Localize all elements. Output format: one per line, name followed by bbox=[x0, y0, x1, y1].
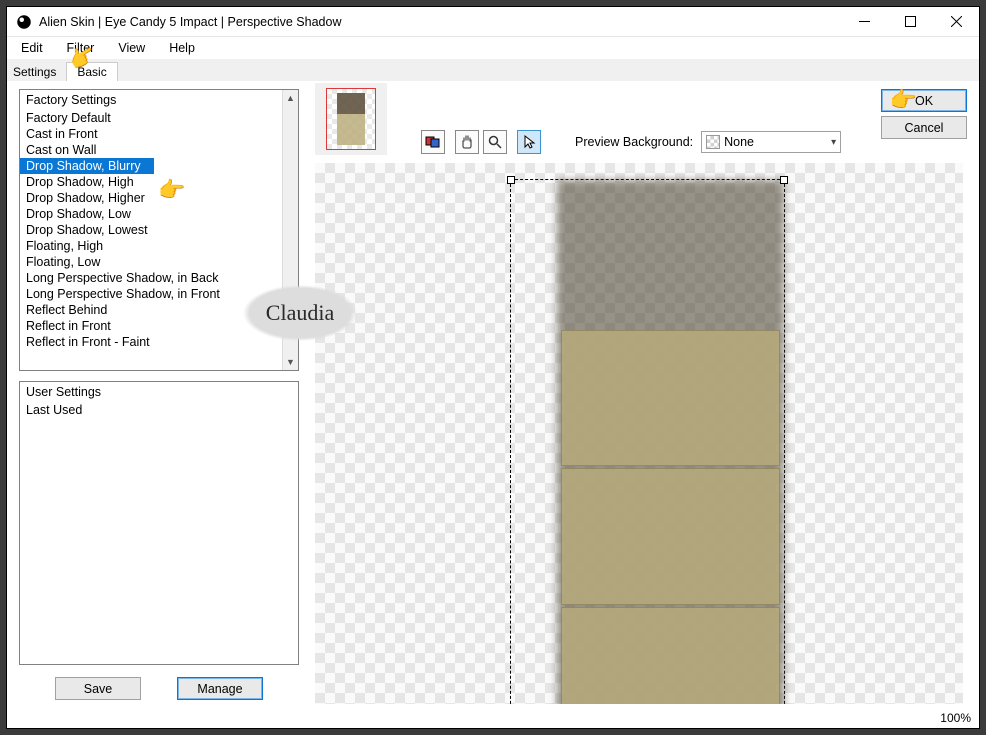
save-button[interactable]: Save bbox=[55, 677, 141, 700]
chevron-down-icon: ▾ bbox=[831, 137, 836, 148]
title-bar: Alien Skin | Eye Candy 5 Impact | Perspe… bbox=[7, 7, 979, 37]
pan-tool[interactable] bbox=[455, 130, 479, 154]
menu-edit[interactable]: Edit bbox=[11, 39, 53, 57]
list-item[interactable]: Drop Shadow, High bbox=[20, 174, 298, 190]
list-item[interactable]: Reflect in Front bbox=[20, 318, 298, 334]
zoom-fit-tool[interactable] bbox=[421, 130, 445, 154]
close-button[interactable] bbox=[933, 7, 979, 36]
tabs-row: Settings Basic bbox=[7, 59, 979, 81]
tab-basic[interactable]: Basic bbox=[66, 62, 117, 81]
app-icon bbox=[15, 13, 33, 31]
list-item[interactable]: Long Perspective Shadow, in Front bbox=[20, 286, 298, 302]
list-item[interactable]: Drop Shadow, Higher bbox=[20, 190, 298, 206]
list-item[interactable]: Cast in Front bbox=[20, 126, 298, 142]
pointer-tool[interactable] bbox=[517, 130, 541, 154]
list-item[interactable]: Reflect Behind bbox=[20, 302, 298, 318]
settings-panel: Factory Settings Factory DefaultCast in … bbox=[7, 81, 307, 708]
maximize-button[interactable] bbox=[887, 7, 933, 36]
window-buttons bbox=[841, 7, 979, 36]
menu-filter[interactable]: Filter bbox=[57, 39, 105, 57]
swatch-icon bbox=[706, 135, 720, 149]
list-item[interactable]: Long Perspective Shadow, in Back bbox=[20, 270, 298, 286]
factory-settings-list[interactable]: Factory Settings Factory DefaultCast in … bbox=[19, 89, 299, 371]
preview-canvas[interactable] bbox=[315, 163, 963, 704]
selection-rect[interactable] bbox=[510, 179, 785, 704]
list-item[interactable]: Last Used bbox=[20, 402, 298, 418]
zoom-tool[interactable] bbox=[483, 130, 507, 154]
minimize-button[interactable] bbox=[841, 7, 887, 36]
preview-background-select[interactable]: None ▾ bbox=[701, 131, 841, 153]
tile-group bbox=[561, 330, 780, 704]
thumbnail-list[interactable] bbox=[315, 83, 387, 155]
resize-handle-tr[interactable] bbox=[780, 176, 788, 184]
window-title: Alien Skin | Eye Candy 5 Impact | Perspe… bbox=[39, 15, 841, 29]
resize-handle-tl[interactable] bbox=[507, 176, 515, 184]
zoom-level: 100% bbox=[940, 711, 971, 725]
preview-background-label: Preview Background: bbox=[575, 135, 693, 149]
tile bbox=[561, 330, 780, 466]
menu-help[interactable]: Help bbox=[159, 39, 205, 57]
user-settings-header: User Settings bbox=[20, 382, 298, 402]
list-item[interactable]: Reflect in Front - Faint bbox=[20, 334, 298, 350]
thumbnail[interactable] bbox=[326, 88, 376, 150]
list-item[interactable]: Drop Shadow, Low bbox=[20, 206, 298, 222]
tab-settings[interactable]: Settings bbox=[13, 63, 66, 81]
status-bar: 100% bbox=[7, 708, 979, 728]
menu-bar: Edit Filter View Help 👉 bbox=[7, 37, 979, 59]
tile bbox=[561, 607, 780, 704]
list-item[interactable]: Floating, High bbox=[20, 238, 298, 254]
tile bbox=[561, 468, 780, 604]
list-item[interactable]: Floating, Low bbox=[20, 254, 298, 270]
scrollbar[interactable]: ▲ ▼ bbox=[282, 90, 298, 370]
menu-view[interactable]: View bbox=[108, 39, 155, 57]
settings-buttons-row: Save Manage bbox=[19, 675, 299, 700]
preview-background-value: None bbox=[724, 135, 754, 149]
list-item[interactable]: Factory Default bbox=[20, 110, 298, 126]
preview-header: Preview Background: None ▾ bbox=[307, 81, 979, 159]
manage-button[interactable]: Manage bbox=[177, 677, 263, 700]
list-item[interactable]: Drop Shadow, Blurry bbox=[20, 158, 154, 174]
toolbar: Preview Background: None ▾ bbox=[415, 129, 841, 155]
list-item[interactable]: Drop Shadow, Lowest bbox=[20, 222, 298, 238]
list-item[interactable]: Cast on Wall bbox=[20, 142, 298, 158]
ok-button[interactable]: OK bbox=[881, 89, 967, 112]
user-settings-list[interactable]: User Settings Last Used bbox=[19, 381, 299, 665]
scroll-up-icon[interactable]: ▲ bbox=[283, 90, 298, 106]
preview-panel: OK Cancel 👉 bbox=[307, 81, 979, 708]
cancel-button[interactable]: Cancel bbox=[881, 116, 967, 139]
factory-settings-header: Factory Settings bbox=[20, 90, 298, 110]
scroll-down-icon[interactable]: ▼ bbox=[283, 354, 298, 370]
dialog-buttons: OK Cancel bbox=[881, 89, 967, 139]
